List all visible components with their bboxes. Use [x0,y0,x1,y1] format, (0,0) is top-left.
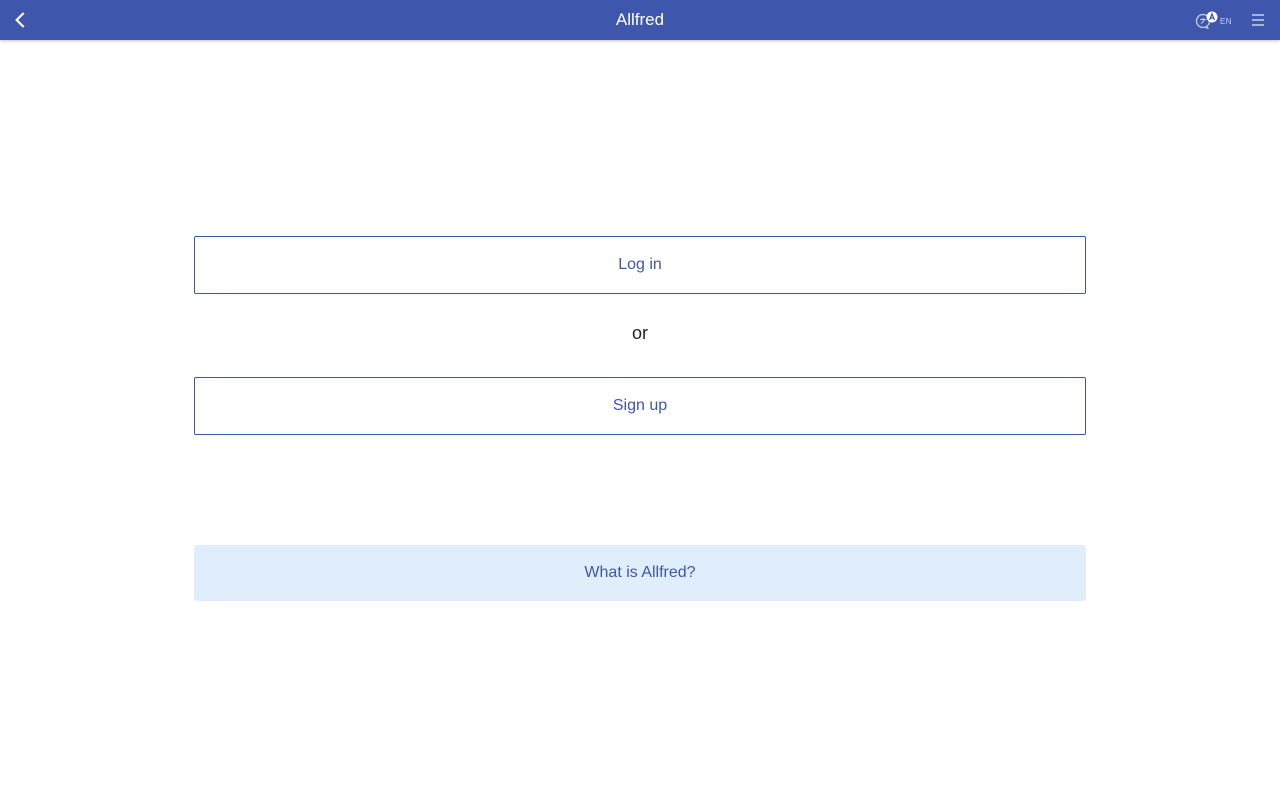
or-separator: or [631,323,648,343]
translate-icon [1195,11,1218,29]
login-button[interactable]: Log in [194,236,1086,294]
what-is-allfred-button[interactable]: What is Allfred? [194,545,1086,601]
signup-button[interactable]: Sign up [194,377,1086,435]
back-button[interactable] [8,8,32,32]
chevron-left-icon [15,12,25,28]
language-code: EN [1220,17,1232,26]
app-title: Allfred [615,10,665,29]
menu-button[interactable] [1248,10,1268,30]
top-app-bar: Allfred EN [0,0,1280,40]
hamburger-menu-icon [1252,14,1264,16]
language-button[interactable]: EN [1194,9,1234,31]
